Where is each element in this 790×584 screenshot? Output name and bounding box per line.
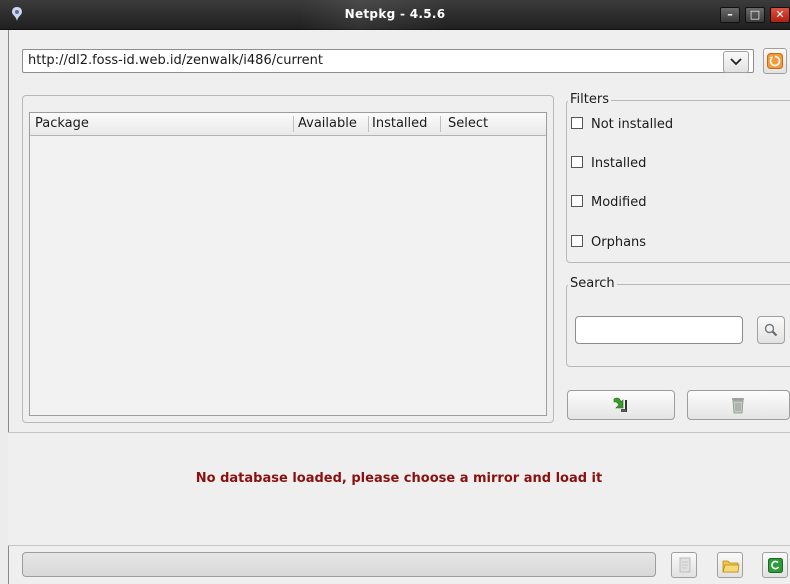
column-header-select[interactable]: Select	[448, 113, 488, 135]
trash-icon	[730, 396, 746, 414]
filter-label: Orphans	[591, 235, 647, 250]
load-mirror-button[interactable]	[763, 48, 787, 74]
column-separator	[368, 116, 369, 132]
search-input[interactable]	[575, 316, 743, 344]
checkbox[interactable]	[571, 195, 583, 207]
title-bar: Netpkg - 4.5.6 – □ ✕	[0, 0, 790, 30]
filter-label: Not installed	[591, 117, 674, 132]
window-title: Netpkg - 4.5.6	[344, 7, 446, 21]
reload-icon	[767, 53, 783, 69]
mirror-url-combobox[interactable]: http://dl2.foss-id.web.id/zenwalk/i486/c…	[22, 49, 754, 73]
filter-label: Modified	[591, 195, 647, 210]
filter-installed[interactable]: Installed	[571, 155, 646, 173]
progress-bar	[22, 552, 656, 577]
column-header-available[interactable]: Available	[298, 113, 357, 135]
maximize-button[interactable]: □	[745, 7, 765, 23]
view-log-button[interactable]	[671, 552, 697, 578]
document-icon	[678, 557, 692, 573]
install-button[interactable]	[567, 390, 675, 420]
apply-button[interactable]	[762, 552, 788, 578]
folder-icon	[722, 558, 740, 573]
remove-button[interactable]	[687, 390, 790, 420]
filter-label: Installed	[591, 156, 647, 171]
mirror-dropdown-button[interactable]	[723, 51, 749, 73]
checkbox[interactable]	[571, 117, 583, 129]
close-button[interactable]: ✕	[770, 7, 790, 23]
column-header-package[interactable]: Package	[35, 113, 89, 135]
install-icon	[612, 396, 632, 414]
column-separator	[293, 116, 294, 132]
magnifier-icon	[764, 323, 778, 337]
message-area: No database loaded, please choose a mirr…	[8, 432, 790, 546]
column-header-installed[interactable]: Installed	[372, 113, 427, 135]
open-folder-button[interactable]	[717, 552, 743, 578]
chevron-down-icon	[730, 57, 742, 67]
search-button[interactable]	[757, 316, 785, 344]
filter-orphans[interactable]: Orphans	[571, 234, 646, 252]
checkbox[interactable]	[571, 156, 583, 168]
checkbox[interactable]	[571, 235, 583, 247]
package-table[interactable]: Package Available Installed Select	[29, 112, 547, 416]
status-message: No database loaded, please choose a mirr…	[195, 471, 603, 486]
minimize-button[interactable]: –	[720, 7, 740, 23]
apply-icon	[768, 558, 783, 573]
filter-not-installed[interactable]: Not installed	[571, 116, 673, 134]
package-table-header: Package Available Installed Select	[30, 113, 546, 136]
column-separator	[440, 116, 441, 132]
filters-legend: Filters	[568, 92, 611, 107]
filter-modified[interactable]: Modified	[571, 194, 646, 212]
mirror-url-text: http://dl2.foss-id.web.id/zenwalk/i486/c…	[28, 53, 323, 68]
search-legend: Search	[568, 276, 617, 291]
